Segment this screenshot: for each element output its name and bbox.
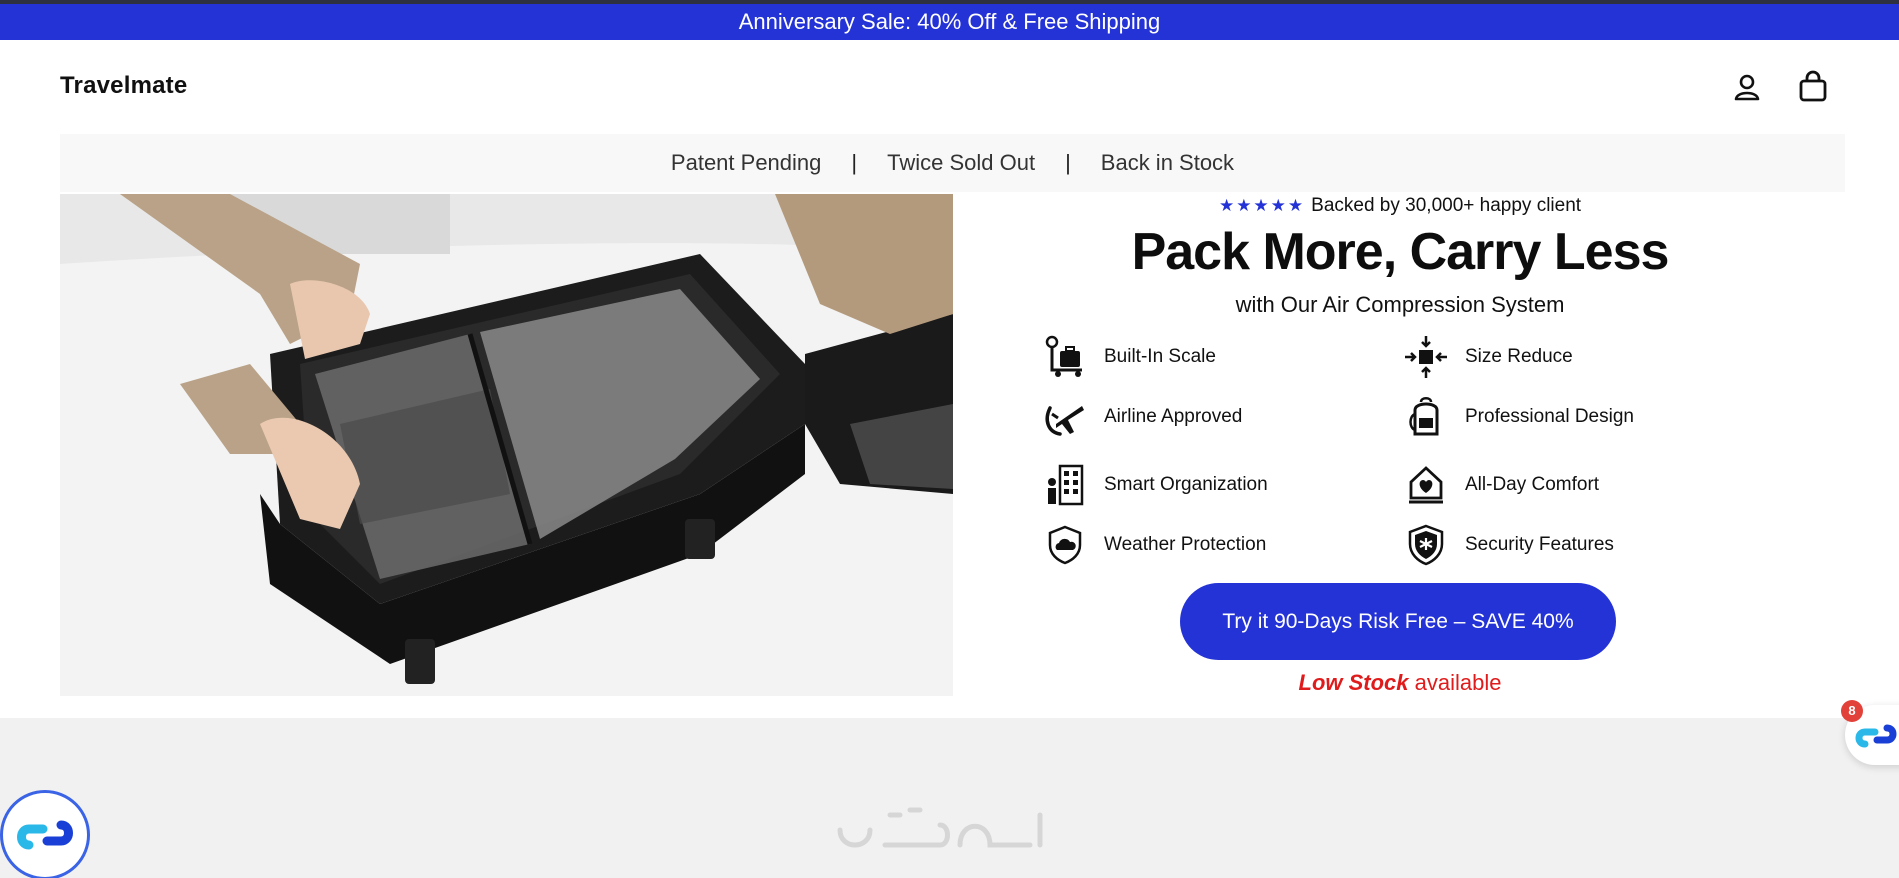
feature-security-features: Security Features: [1403, 520, 1614, 570]
rating-text: Backed by 30,000+ happy client: [1311, 195, 1582, 216]
cta-button[interactable]: Try it 90-Days Risk Free – SAVE 40%: [1180, 583, 1616, 660]
announcement-text: Anniversary Sale: 40% Off & Free Shippin…: [738, 9, 1161, 34]
feature-professional-design: Professional Design: [1403, 392, 1634, 442]
shopping-bag-icon[interactable]: [1796, 70, 1830, 104]
stock-rest: available: [1408, 670, 1502, 695]
chain-link-icon: [7, 797, 83, 873]
feature-smart-organization: Smart Organization: [1042, 460, 1268, 510]
feature-airline-approved: Airline Approved: [1042, 392, 1242, 442]
trust-item-in-stock: Back in Stock: [1100, 150, 1235, 175]
backpack-icon: [1403, 394, 1449, 440]
feature-weather-protection: Weather Protection: [1042, 520, 1266, 570]
feature-label: All-Day Comfort: [1465, 474, 1600, 495]
site-logo[interactable]: Travelmate: [60, 72, 187, 100]
stock-notice: Low Stock available: [1000, 670, 1800, 696]
feature-label: Built-In Scale: [1104, 346, 1216, 367]
rating-stars: ★★★★★: [1218, 196, 1306, 215]
notification-badge: 8: [1841, 700, 1863, 722]
account-icon[interactable]: [1730, 70, 1764, 104]
compress-arrows-icon: [1403, 334, 1449, 380]
luggage-scale-icon: [1042, 334, 1088, 380]
trust-item-sold-out: Twice Sold Out: [887, 150, 1036, 175]
feature-label: Security Features: [1465, 534, 1614, 555]
announcement-bar: Anniversary Sale: 40% Off & Free Shippin…: [0, 4, 1899, 40]
floating-chat-widget[interactable]: [0, 790, 90, 878]
feature-size-reduce: Size Reduce: [1403, 332, 1573, 382]
trust-separator: |: [1065, 150, 1071, 175]
feature-label: Weather Protection: [1104, 534, 1267, 555]
trust-separator: |: [851, 150, 858, 175]
hero-subtitle: with Our Air Compression System: [1235, 292, 1565, 317]
trust-item-patent: Patent Pending: [670, 150, 822, 175]
site-header: Travelmate: [0, 40, 1899, 134]
watermark-logo: [830, 800, 1070, 860]
feature-label: Airline Approved: [1104, 406, 1243, 427]
product-hero-image[interactable]: [60, 194, 953, 696]
stock-emphasis: Low Stock: [1298, 670, 1409, 695]
organizer-shelves-icon: [1042, 462, 1088, 508]
security-shield-icon: [1403, 522, 1449, 568]
feature-label: Professional Design: [1465, 406, 1634, 427]
heart-house-icon: [1403, 462, 1449, 508]
feature-label: Size Reduce: [1465, 346, 1573, 367]
trust-bar: Patent Pending | Twice Sold Out | Back i…: [60, 134, 1845, 192]
hero-title: Pack More, Carry Less: [1131, 223, 1670, 281]
feature-built-in-scale: Built-In Scale: [1042, 332, 1216, 382]
rating-row: ★★★★★ Backed by 30,000+ happy client: [1020, 195, 1780, 217]
feature-all-day-comfort: All-Day Comfort: [1403, 460, 1599, 510]
weather-shield-icon: [1042, 522, 1088, 568]
airplane-check-icon: [1042, 394, 1088, 440]
feature-label: Smart Organization: [1104, 474, 1268, 495]
